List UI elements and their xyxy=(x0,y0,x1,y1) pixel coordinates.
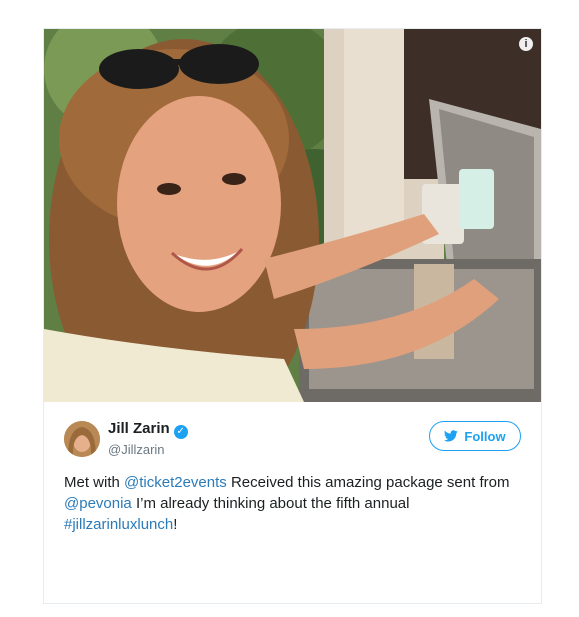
mention-link[interactable]: @pevonia xyxy=(64,495,132,512)
follow-label: Follow xyxy=(464,428,506,444)
tweet-text-part: ! xyxy=(173,516,178,533)
tweet-text: Met with @ticket2events Received this am… xyxy=(64,472,519,535)
tweet-text-part: Met with xyxy=(64,474,125,491)
verified-badge-icon: ✓ xyxy=(173,425,188,439)
author-handle[interactable]: @Jillzarin xyxy=(108,441,188,459)
tweet-text-part: Received this amazing package sent from xyxy=(226,474,510,491)
tweet-card: i Jill Zarin ✓ @Jillzarin Follow Met with… xyxy=(43,28,542,604)
tweet-photo-illustration xyxy=(44,29,541,402)
mention-link[interactable]: @ticket2events xyxy=(124,474,227,491)
author-display-name[interactable]: Jill Zarin xyxy=(108,420,170,437)
hashtag-link[interactable]: #jillzarinluxlunch xyxy=(64,516,173,533)
follow-button[interactable]: Follow xyxy=(429,421,521,451)
info-icon[interactable]: i xyxy=(519,37,533,51)
author-names: Jill Zarin ✓ @Jillzarin xyxy=(108,420,188,459)
tweet-header: Jill Zarin ✓ @Jillzarin Follow xyxy=(64,417,521,461)
tweet-photo[interactable]: i xyxy=(44,29,541,402)
twitter-bird-icon xyxy=(444,430,459,442)
tweet-text-part: I’m already thinking about the fifth ann… xyxy=(131,495,410,512)
avatar[interactable] xyxy=(64,421,100,457)
